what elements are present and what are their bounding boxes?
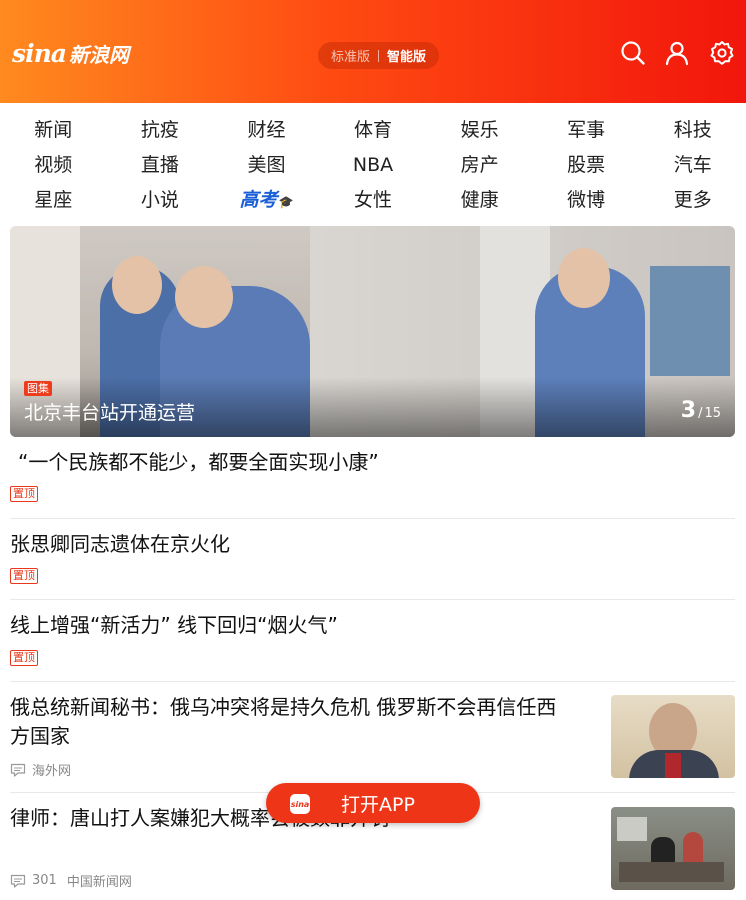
nav-item-live[interactable]: 直播 [107,148,214,183]
news-meta: 海外网 [10,760,71,779]
nav-item-tech[interactable]: 科技 [639,113,746,148]
mode-smart-tab[interactable]: 智能版 [387,46,426,65]
nav-item-entertainment[interactable]: 娱乐 [426,113,533,148]
nav-item-novels[interactable]: 小说 [107,183,214,218]
divider [10,681,735,682]
nav-row: 新闻 抗疫 财经 体育 娱乐 军事 科技 [0,113,746,148]
counter-slash: / [698,406,703,421]
nav-item-video[interactable]: 视频 [0,148,107,183]
nav-row: 视频 直播 美图 NBA 房产 股票 汽车 [0,148,746,183]
comment-icon [10,763,26,777]
nav-item-sports[interactable]: 体育 [320,113,427,148]
pinned-badge: 置顶 [10,568,38,584]
nav-item-health[interactable]: 健康 [426,183,533,218]
pinned-badge: 置顶 [10,650,38,666]
news-source: 海外网 [32,764,72,779]
search-icon[interactable] [620,40,646,66]
news-title-line1[interactable]: 俄总统新闻秘书：俄乌冲突将是持久危机 俄罗斯不会再信任西 [10,692,556,722]
nav-item-news[interactable]: 新闻 [0,113,107,148]
top-header: sina 新浪网 标准版 智能版 [0,0,746,103]
pinned-badge: 置顶 [10,486,38,502]
logo-cn-text: 新浪网 [68,42,129,67]
news-title[interactable]: “一个民族都不能少，都要全面实现小康” [18,447,379,477]
open-app-label: 打开APP [341,793,415,816]
mode-switch: 标准版 智能版 [318,42,439,69]
news-meta: 301 中国新闻网 [10,871,132,890]
news-source: 中国新闻网 [66,875,132,890]
nav-item-auto[interactable]: 汽车 [639,148,746,183]
mode-separator [378,49,379,62]
nav-item-more[interactable]: 更多 [639,183,746,218]
sina-app-icon: sina [290,794,310,814]
nav-item-photos[interactable]: 美图 [213,148,320,183]
nav-row: 星座 小说 高考 女性 健康 微博 更多 [0,183,746,218]
channel-nav: 新闻 抗疫 财经 体育 娱乐 军事 科技 视频 直播 美图 NBA 房产 股票 … [0,113,746,218]
news-thumbnail[interactable] [611,695,735,778]
news-thumbnail[interactable] [611,807,735,890]
nav-item-military[interactable]: 军事 [533,113,640,148]
news-title-line2[interactable]: 方国家 [10,721,70,751]
app-icon-text: sina [290,799,310,809]
user-icon[interactable] [664,40,690,66]
divider [10,518,735,519]
feature-gallery-card[interactable]: 图集 北京丰台站开通运营 3/15 [10,226,735,437]
divider [10,599,735,600]
settings-icon[interactable] [709,40,735,66]
logo-text: sina [12,38,67,68]
photo-counter: 3/15 [681,398,721,423]
nav-item-weibo[interactable]: 微博 [533,183,640,218]
nav-item-epidemic[interactable]: 抗疫 [107,113,214,148]
nav-item-horoscope[interactable]: 星座 [0,183,107,218]
comment-count: 301 [32,873,57,888]
sina-logo[interactable]: sina 新浪网 [12,36,129,70]
open-app-button[interactable]: sina 打开APP [266,783,480,823]
feature-title: 北京丰台站开通运营 [24,402,196,424]
nav-item-finance[interactable]: 财经 [213,113,320,148]
news-title[interactable]: 张思卿同志遗体在京火化 [10,529,230,559]
nav-item-nba[interactable]: NBA [320,148,427,183]
comment-icon [10,874,26,888]
news-title[interactable]: 线上增强“新活力” 线下回归“烟火气” [10,610,338,640]
photo-current: 3 [680,398,697,423]
photo-total: 15 [704,406,721,421]
nav-item-gaokao[interactable]: 高考 [213,183,320,218]
gallery-tag: 图集 [24,381,52,396]
nav-item-women[interactable]: 女性 [320,183,427,218]
nav-item-stocks[interactable]: 股票 [533,148,640,183]
mode-standard-tab[interactable]: 标准版 [331,46,370,65]
nav-item-realestate[interactable]: 房产 [426,148,533,183]
